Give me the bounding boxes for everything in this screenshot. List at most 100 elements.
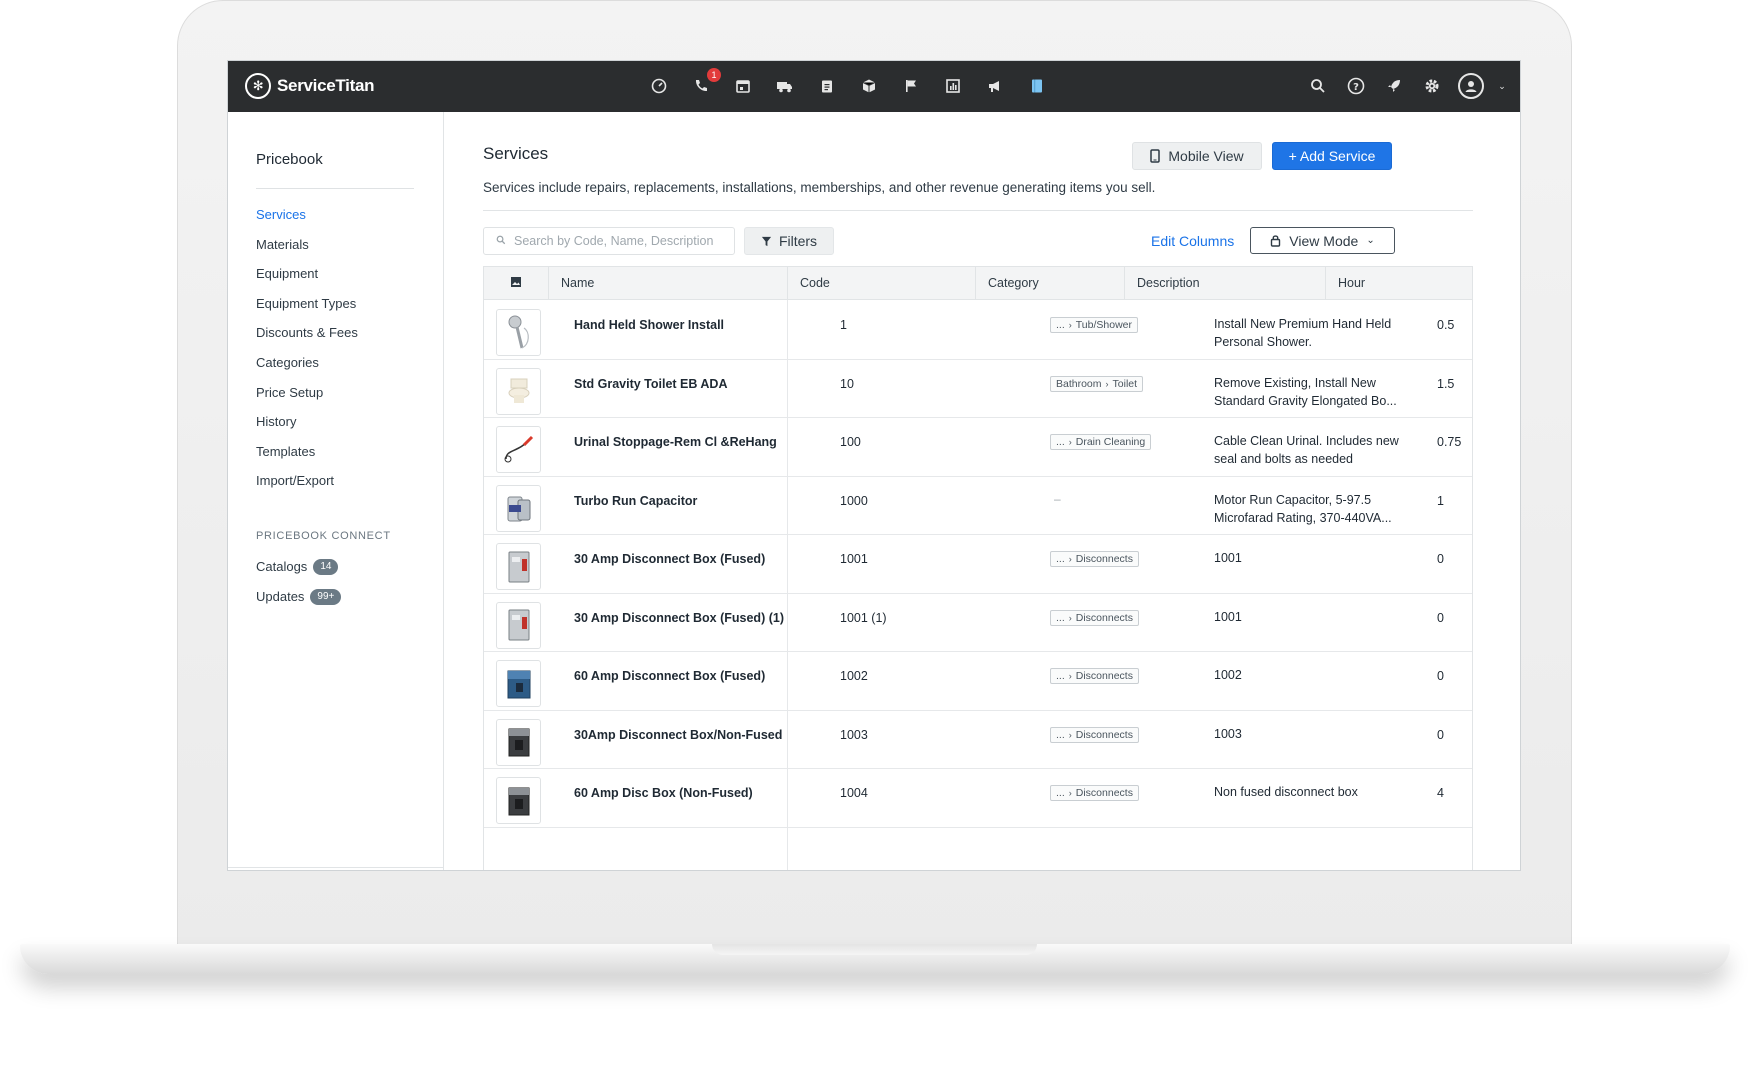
category-breadcrumb[interactable]: ... › Disconnects — [1050, 668, 1139, 684]
sidebar-item-catalogs[interactable]: Catalogs 14 — [256, 559, 341, 589]
table-row[interactable]: Turbo Run Capacitor 1000 – Motor Run Cap… — [484, 477, 1472, 535]
service-hours: 0 — [1437, 610, 1444, 625]
search-icon[interactable] — [1306, 74, 1330, 98]
service-hours: 0 — [1437, 669, 1444, 683]
category-child: Disconnects — [1075, 611, 1133, 624]
app-screen: ✻ ServiceTitan 1 ? ⌄ Pricebook Services … — [227, 60, 1521, 871]
category-breadcrumb[interactable]: ... › Disconnects — [1050, 551, 1139, 567]
mobile-view-button[interactable]: Mobile View — [1132, 142, 1262, 170]
inventory-box-icon[interactable] — [857, 74, 881, 98]
sidebar-item-materials[interactable]: Materials — [256, 237, 358, 268]
table-header: Name Code Category Description Hour — [484, 267, 1472, 300]
toilet-image[interactable] — [496, 367, 541, 415]
edit-columns-link[interactable]: Edit Columns — [1151, 233, 1234, 249]
pricebook-book-icon[interactable] — [1025, 74, 1049, 98]
settings-gear-icon[interactable] — [1420, 74, 1444, 98]
service-name[interactable]: 30 Amp Disconnect Box (Fused) — [574, 550, 765, 568]
sidebar-item-import-export[interactable]: Import/Export — [256, 474, 358, 504]
table-row[interactable]: 60 Amp Disconnect Box (Fused) 1002 ... ›… — [484, 652, 1472, 711]
column-separator — [975, 267, 976, 300]
service-name[interactable]: 30 Amp Disconnect Box (Fused) (1) — [574, 609, 784, 627]
dashboard-icon[interactable] — [647, 74, 671, 98]
column-header-description[interactable]: Description — [1137, 276, 1200, 290]
table-row[interactable]: 60 Amp Disc Box (Non-Fused) 1004 ... › D… — [484, 769, 1472, 828]
search-input[interactable] — [514, 234, 724, 248]
sidebar-item-services[interactable]: Services — [256, 208, 358, 238]
sidebar-item-templates[interactable]: Templates — [256, 444, 358, 475]
service-name[interactable]: 60 Amp Disc Box (Non-Fused) — [574, 784, 753, 802]
capacitor-image[interactable] — [496, 484, 541, 532]
category-breadcrumb[interactable]: Bathroom › Toilet — [1050, 375, 1144, 392]
lock-icon — [1271, 235, 1281, 247]
service-description: 1001 — [1214, 551, 1242, 565]
calendar-icon[interactable] — [731, 74, 755, 98]
category-breadcrumb[interactable]: ... › Tub/Shower — [1050, 317, 1138, 333]
service-description: Non fused disconnect box — [1214, 785, 1358, 799]
category-breadcrumb[interactable]: ... › Disconnects — [1050, 726, 1139, 743]
service-name[interactable]: 60 Amp Disconnect Box (Fused) — [574, 667, 765, 685]
sidebar-item-equipment[interactable]: Equipment — [256, 267, 358, 297]
updates-label: Updates — [256, 588, 305, 604]
chevron-right-icon: › — [1068, 671, 1072, 681]
page-title: Services — [483, 144, 549, 163]
pricebook-connect-heading: PRICEBOOK CONNECT — [256, 530, 391, 542]
column-header-category[interactable]: Category — [988, 276, 1039, 290]
table-row[interactable]: 30 Amp Disconnect Box (Fused) (1) 1001 (… — [484, 594, 1472, 652]
sidebar-item-updates[interactable]: Updates 99+ — [256, 588, 342, 619]
category-child: Drain Cleaning — [1075, 436, 1146, 448]
service-name[interactable]: Hand Held Shower Install — [574, 316, 724, 334]
view-mode-dropdown[interactable]: View Mode ⌄ — [1250, 227, 1395, 254]
column-header-hours[interactable]: Hour — [1338, 276, 1365, 290]
column-header-code[interactable]: Code — [800, 276, 830, 290]
header-divider — [483, 210, 1473, 211]
user-avatar-icon[interactable] — [1458, 73, 1484, 99]
filter-funnel-icon — [761, 236, 772, 246]
chevron-down-icon[interactable]: ⌄ — [1498, 74, 1506, 98]
sidebar-item-categories[interactable]: Categories — [256, 356, 358, 386]
service-description: Motor Run Capacitor, 5-97.5 Microfarad R… — [1214, 492, 1392, 525]
category-breadcrumb[interactable]: ... › Disconnects — [1050, 785, 1139, 801]
marketing-megaphone-icon[interactable] — [983, 74, 1007, 98]
shower-head-image[interactable] — [496, 309, 541, 356]
column-header-name[interactable]: Name — [561, 276, 594, 290]
search-box — [483, 227, 735, 255]
chevron-right-icon: › — [1068, 612, 1072, 623]
filters-button[interactable]: Filters — [744, 227, 834, 255]
sidebar-item-discounts-fees[interactable]: Discounts & Fees — [256, 326, 358, 356]
sidebar-item-history[interactable]: History — [256, 415, 358, 445]
disconnect-box-dark-image[interactable] — [496, 777, 541, 824]
add-service-button[interactable]: + Add Service — [1272, 142, 1392, 170]
category-parent: ... — [1056, 553, 1065, 565]
brand-name: ServiceTitan — [277, 76, 375, 95]
table-row[interactable]: Std Gravity Toilet EB ADA 10 Bathroom › … — [484, 360, 1472, 418]
dispatch-truck-icon[interactable] — [773, 74, 797, 98]
service-name[interactable]: Turbo Run Capacitor — [574, 492, 697, 510]
category-breadcrumb[interactable]: ... › Disconnects — [1050, 609, 1139, 626]
rocket-icon[interactable] — [1382, 74, 1406, 98]
table-row[interactable]: 30 Amp Disconnect Box (Fused) 1001 ... ›… — [484, 535, 1472, 594]
table-row[interactable]: Hand Held Shower Install 1 ... › Tub/Sho… — [484, 301, 1472, 360]
service-hours: 0 — [1437, 727, 1444, 742]
service-code: 1001 — [840, 552, 868, 566]
disconnect-box-image[interactable] — [496, 601, 541, 649]
drain-cable-image[interactable] — [496, 426, 541, 473]
service-name[interactable]: Std Gravity Toilet EB ADA — [574, 375, 728, 393]
brand-logo[interactable]: ✻ ServiceTitan — [245, 73, 375, 99]
table-row[interactable]: 30Amp Disconnect Box/Non-Fused 1003 ... … — [484, 711, 1472, 769]
flag-icon[interactable] — [899, 74, 923, 98]
disconnect-box-image[interactable] — [496, 543, 541, 590]
reports-chart-icon[interactable] — [941, 74, 965, 98]
help-icon[interactable]: ? — [1344, 74, 1368, 98]
clipboard-icon[interactable] — [815, 74, 839, 98]
service-name[interactable]: Urinal Stoppage-Rem Cl &ReHang — [574, 433, 777, 451]
category-breadcrumb[interactable]: ... › Drain Cleaning — [1050, 434, 1152, 450]
disconnect-box-dark-image[interactable] — [496, 718, 541, 766]
service-name[interactable]: 30Amp Disconnect Box/Non-Fused — [574, 726, 782, 744]
disconnect-box-blue-image[interactable] — [496, 660, 541, 707]
phone-icon[interactable]: 1 — [689, 68, 721, 98]
sidebar-item-price-setup[interactable]: Price Setup — [256, 385, 358, 416]
search-icon — [496, 235, 506, 248]
sidebar-item-equipment-types[interactable]: Equipment Types — [256, 296, 358, 327]
table-row[interactable]: Urinal Stoppage-Rem Cl &ReHang 100 ... ›… — [484, 418, 1472, 477]
category-empty: – — [1054, 491, 1061, 506]
